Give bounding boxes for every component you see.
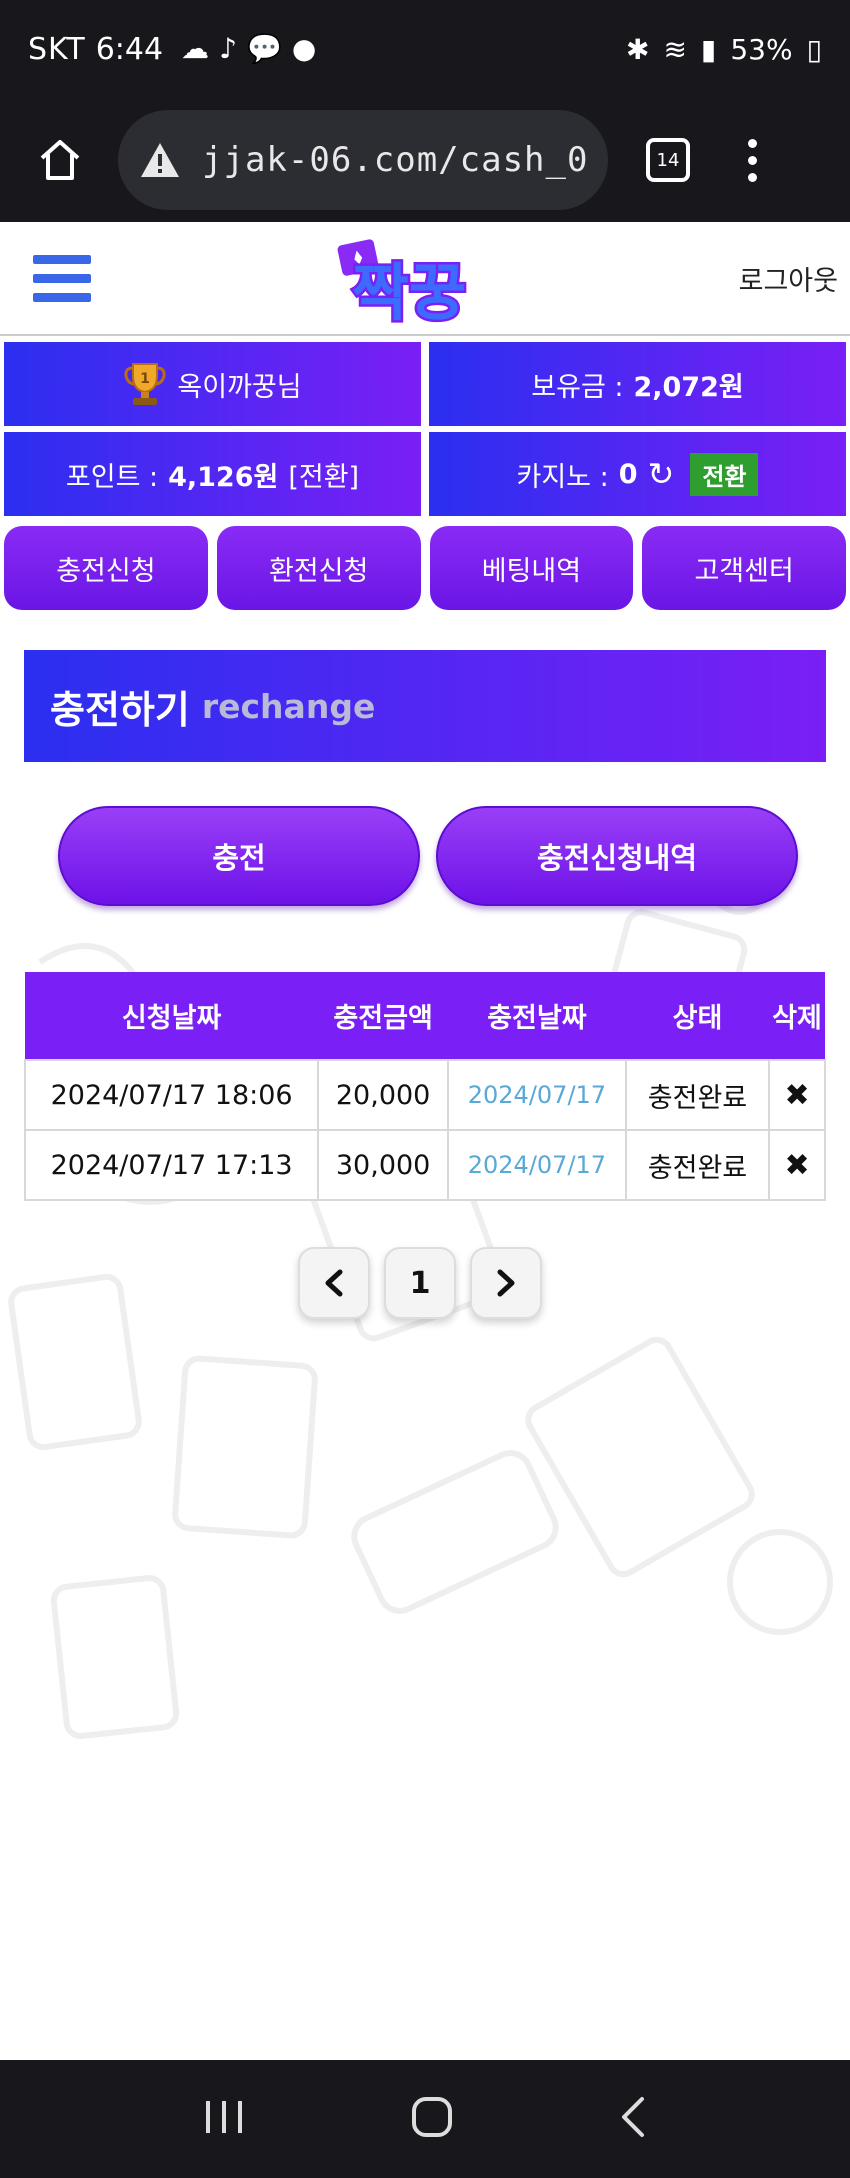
charge-history-table: 신청날짜 충전금액 충전날짜 상태 삭제 2024/07/17 18:06 20…: [23, 972, 826, 1201]
browser-menu-button[interactable]: [748, 138, 757, 182]
table-row: 2024/07/17 18:06 20,000 2024/07/17 충전완료 …: [23, 1059, 826, 1131]
header-request-date: 신청날짜: [25, 972, 319, 1060]
casino-box: 카지노 : 0 ↻ 전환: [429, 432, 846, 516]
clock: 6:44: [95, 31, 164, 67]
browser-toolbar: jjak-06.com/cash_01_1 14: [0, 98, 850, 222]
chat-icon: 💬: [246, 32, 282, 65]
talk-icon: ●: [291, 32, 317, 65]
point-label: 포인트 :: [65, 461, 159, 493]
home-icon: [40, 140, 80, 180]
pagination: 1: [0, 1247, 850, 1319]
charge-date-cell: 2024/07/17: [447, 1129, 627, 1201]
battery-icon: ▯: [806, 32, 822, 66]
point-box: 포인트 : 4,126원 [전환]: [4, 432, 421, 516]
chevron-right-icon: [497, 1269, 515, 1297]
address-bar[interactable]: jjak-06.com/cash_01_1: [118, 110, 608, 210]
table-header-row: 신청날짜 충전금액 충전날짜 상태 삭제: [25, 972, 825, 1060]
action-buttons: 충전 충전신청내역: [58, 806, 850, 906]
wifi-icon: ≋: [663, 32, 687, 66]
page-title-korean: 충전하기: [50, 687, 190, 732]
charge-history-button[interactable]: 충전신청내역: [436, 806, 798, 906]
account-info: 1 옥이까꿍님 보유금 : 2,072원 포인트 : 4,126원 [전환] 카…: [0, 342, 850, 516]
balance-label: 보유금 :: [531, 371, 624, 403]
close-icon: ✖: [784, 1077, 810, 1113]
next-page-button[interactable]: [470, 1247, 542, 1319]
bluetooth-icon: ✱: [625, 32, 650, 66]
casino-convert-button[interactable]: 전환: [690, 452, 759, 496]
refresh-icon[interactable]: ↻: [648, 458, 675, 490]
prev-page-button[interactable]: [298, 1247, 370, 1319]
page-title: 충전하기 rechange: [24, 650, 826, 762]
chevron-left-icon: [325, 1269, 343, 1297]
recent-apps-button[interactable]: [202, 2097, 246, 2141]
site-logo[interactable]: 짝꿍: [330, 226, 520, 332]
home-nav-button[interactable]: [410, 2095, 454, 2143]
close-icon: ✖: [784, 1147, 810, 1183]
amount-cell: 20,000: [317, 1059, 450, 1131]
warning-icon: [138, 140, 182, 180]
home-circle-icon: [412, 2097, 452, 2137]
recent-apps-icon: [206, 2101, 242, 2133]
background-pattern: [8, 849, 833, 1739]
svg-text:1: 1: [141, 371, 151, 387]
balance-box: 보유금 : 2,072원: [429, 342, 846, 426]
home-button[interactable]: [24, 124, 96, 196]
charge-date-cell: 2024/07/17: [447, 1059, 627, 1131]
web-page: 짝꿍 로그아웃 1 옥이까꿍님 보유금 : 2,072원 포인트: 4,126…: [0, 222, 850, 2060]
tab-count: 14: [656, 149, 680, 171]
battery-percent: 53%: [730, 32, 793, 66]
request-date-cell: 2024/07/17 18:06: [23, 1059, 320, 1131]
tabs-button[interactable]: 14: [646, 138, 690, 182]
trophy-icon: 1: [124, 363, 166, 405]
svg-text:짝꿍: 짝꿍: [352, 256, 466, 329]
back-button[interactable]: [618, 2095, 648, 2143]
back-icon: [622, 2097, 644, 2137]
header-status: 상태: [625, 972, 770, 1060]
page-number-button[interactable]: 1: [384, 1247, 456, 1319]
delete-button[interactable]: ✖: [768, 1059, 826, 1131]
amount-cell: 30,000: [317, 1129, 450, 1201]
system-nav-bar: [0, 2060, 850, 2178]
balance-value: 2,072원: [633, 371, 744, 403]
header-charge-date: 충전날짜: [448, 972, 626, 1060]
hamburger-menu-button[interactable]: [33, 254, 91, 302]
cloud-icon: ☁: [181, 32, 210, 65]
site-header: 짝꿍 로그아웃: [0, 222, 850, 336]
user-box: 1 옥이까꿍님: [4, 342, 421, 426]
casino-label: 카지노 :: [516, 461, 609, 493]
point-value: 4,126원: [168, 461, 279, 493]
carrier-label: SKT: [28, 31, 86, 67]
username: 옥이까꿍님: [177, 371, 302, 403]
casino-value: 0: [618, 458, 638, 490]
status-cell: 충전완료: [624, 1059, 771, 1131]
status-bar: SKT 6:44 ☁ ♪ 💬 ● ✱ ≋ ▮ 53% ▯: [0, 0, 850, 98]
point-convert-link[interactable]: [전환]: [288, 455, 359, 494]
header-delete: 삭제: [769, 972, 825, 1060]
logout-link[interactable]: 로그아웃: [739, 259, 838, 298]
request-date-cell: 2024/07/17 17:13: [23, 1129, 320, 1201]
status-cell: 충전완료: [624, 1129, 771, 1201]
header-amount: 충전금액: [318, 972, 449, 1060]
url-text: jjak-06.com/cash_01_1: [202, 140, 588, 180]
table-row: 2024/07/17 17:13 30,000 2024/07/17 충전완료 …: [23, 1129, 826, 1201]
page-title-english: rechange: [201, 686, 376, 726]
delete-button[interactable]: ✖: [768, 1129, 826, 1201]
charge-button[interactable]: 충전: [58, 806, 420, 906]
tiktok-icon: ♪: [219, 32, 237, 65]
signal-icon: ▮: [700, 32, 717, 66]
